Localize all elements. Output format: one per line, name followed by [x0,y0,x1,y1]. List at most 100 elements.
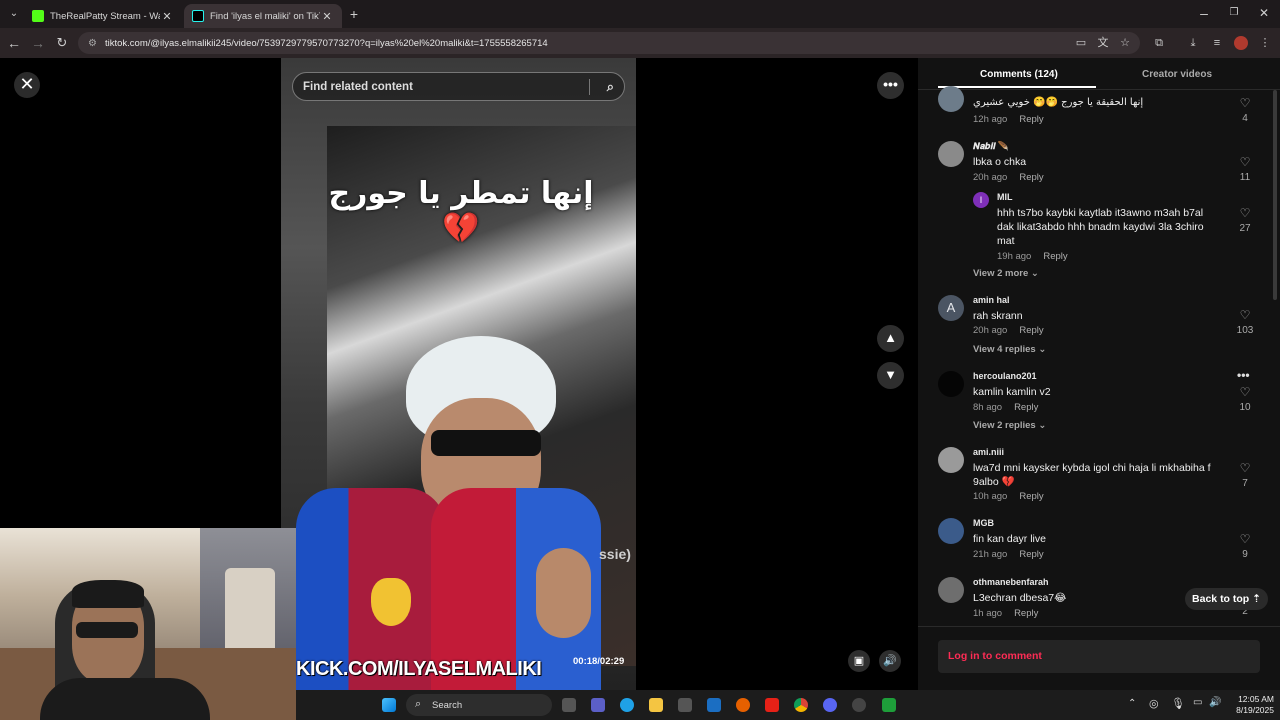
like-button[interactable]: ♡ 4 [1236,97,1254,124]
back-icon[interactable]: ← [6,35,22,51]
hand [536,548,591,638]
pip-icon[interactable]: ▣ [848,650,870,672]
volume-icon[interactable]: 🔊 [879,650,901,672]
heart-icon: ♡ [1239,308,1251,322]
reply-button[interactable]: Reply [1019,172,1043,183]
forward-icon[interactable]: → [30,35,46,51]
taskbar-search[interactable]: ⌕ Search [406,694,552,716]
file-explorer-icon[interactable] [649,698,663,712]
profile-avatar[interactable] [1234,36,1248,50]
media-control-icon[interactable]: ≡ [1210,36,1224,50]
avatar[interactable] [938,141,964,167]
avatar[interactable]: A [938,295,964,321]
url-field[interactable]: ⚙ tiktok.com/@ilyas.elmalikii245/video/7… [78,32,1140,54]
overlay-caption: إنها تمطر يا جورج 💔 [328,176,594,246]
like-button[interactable]: ♡ 11 [1236,156,1254,183]
view-replies[interactable]: View 4 replies ⌄ [973,344,1046,355]
tab-tiktok[interactable]: Find 'ilyas el maliki' on TikTok | ✕ [184,4,342,28]
reply-button[interactable]: Reply [1019,114,1043,125]
comment-text: lbka o chka [973,156,1027,168]
avatar[interactable] [938,577,964,603]
webcam-overlay [0,528,296,720]
reply-button[interactable]: Reply [1014,608,1038,619]
video-player[interactable]: إنها تمطر يا جورج 💔 ssie) KICK.COM/ILYAS… [281,58,636,690]
reply-button[interactable]: Reply [1019,325,1043,336]
new-tab-button[interactable]: + [346,6,362,22]
task-view-icon[interactable] [562,698,576,712]
reload-icon[interactable]: ↻ [54,35,70,51]
restore-icon[interactable]: ❐ [1226,5,1242,21]
like-button[interactable]: ♡ 103 [1236,309,1254,336]
view-replies-label: View 2 replies [973,420,1036,431]
chrome-icon[interactable] [794,698,808,712]
close-tab-icon[interactable]: ✕ [160,10,174,23]
comment-more-icon[interactable]: ••• [1237,368,1250,382]
comment-item: إنها الحقيقة يا جورج 🤭🤭 خويي عشيري 12h a… [938,86,1238,130]
more-options-button[interactable]: ••• [877,72,904,99]
store-icon[interactable] [678,698,692,712]
stream-app-icon[interactable] [882,698,896,712]
tab-therealpatty[interactable]: TheRealPatty Stream - Watch Li ✕ [24,4,182,28]
close-video-button[interactable]: ✕ [14,72,40,98]
comment-meta: 8h ago Reply [973,402,1038,413]
arrow-up-icon: ⇡ [1252,593,1261,605]
tray-chevron-icon[interactable]: ⌃ [1128,698,1136,709]
microphone-icon[interactable]: 🎙 [1171,697,1185,710]
network-icon[interactable]: ▭ [1193,697,1202,708]
comment-item: A amin hal rah skrann 20h ago Reply [938,295,1238,340]
app-icon[interactable] [852,698,866,712]
minimize-icon[interactable]: – [1196,5,1212,21]
clock[interactable]: 12:05 AM 8/19/2025 [1228,694,1274,716]
streamer-shirt [40,678,210,720]
like-button[interactable]: ♡ 7 [1236,462,1254,489]
discord-icon[interactable] [823,698,837,712]
extensions-icon[interactable]: ⧉ [1152,36,1166,50]
youtube-icon[interactable] [765,698,779,712]
avatar[interactable]: I [973,192,989,208]
search-icon[interactable]: ⌕ [607,79,614,95]
close-tab-icon[interactable]: ✕ [320,10,334,23]
firefox-icon[interactable] [736,698,750,712]
login-to-comment-button[interactable]: Log in to comment [938,640,1260,673]
comments-scrollbar[interactable] [1273,90,1277,300]
comment-meta: 20h ago Reply [973,325,1044,336]
avatar[interactable] [938,371,964,397]
previous-video-button[interactable]: ▲ [877,325,904,352]
site-info-icon[interactable]: ⚙ [88,38,97,49]
cast-icon[interactable]: ▭ [1074,36,1088,50]
outlook-icon[interactable] [707,698,721,712]
reply-button[interactable]: Reply [1043,251,1067,262]
next-video-button[interactable]: ▼ [877,362,904,389]
edge-icon[interactable] [620,698,634,712]
reply-button[interactable]: Reply [1014,402,1038,413]
clock-time: 12:05 AM [1238,694,1274,704]
view-more-replies[interactable]: View 2 more ⌄ [973,268,1039,279]
download-icon[interactable]: ⤓ [1186,36,1200,50]
reply-button[interactable]: Reply [1019,491,1043,502]
like-button[interactable]: ♡ 27 [1236,207,1254,234]
avatar[interactable] [938,447,964,473]
windows-taskbar: ⌕ Search ⌃ ◎ 🎙 ▭ 🔊 12:05 AM 8/19/2025 [296,690,1280,720]
tab-search-chevron-icon[interactable]: ⌄ [6,6,22,22]
speaker-icon[interactable]: 🔊 [1209,697,1221,708]
like-button[interactable]: ♡ 10 [1236,386,1254,413]
avatar[interactable] [938,518,964,544]
search-icon: ⌕ [415,698,422,710]
back-to-top-button[interactable]: Back to top ⇡ [1185,588,1268,610]
avatar[interactable] [938,86,964,112]
tab-creator-videos[interactable]: Creator videos [1142,69,1212,80]
related-content-search[interactable]: Find related content ⌕ [292,72,625,101]
windows-start-icon[interactable] [382,698,396,712]
window-close-icon[interactable]: ✕ [1256,5,1272,21]
teams-icon[interactable] [591,698,605,712]
like-button[interactable]: ♡ 9 [1236,533,1254,560]
menu-kebab-icon[interactable]: ⋮ [1258,36,1272,50]
reply-button[interactable]: Reply [1019,549,1043,560]
translate-icon[interactable]: 文 [1096,36,1110,50]
comment-time: 8h ago [973,402,1003,413]
tray-app-icon[interactable]: ◎ [1149,697,1159,710]
tab-comments[interactable]: Comments (124) [980,69,1058,80]
view-replies[interactable]: View 2 replies ⌄ [973,420,1046,431]
comment-time: 20h ago [973,172,1008,183]
bookmark-star-icon[interactable]: ☆ [1118,36,1132,50]
